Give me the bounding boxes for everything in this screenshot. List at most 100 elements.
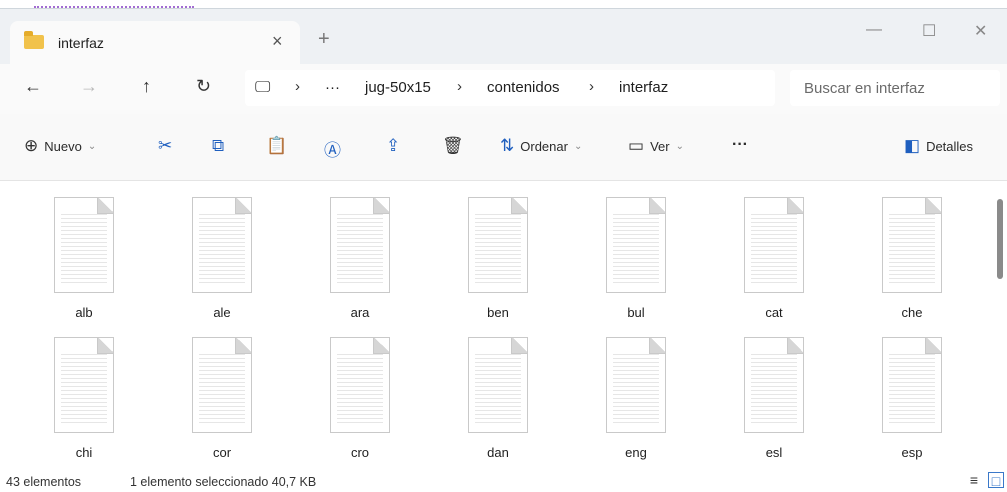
close-tab-icon[interactable]: × bbox=[272, 31, 283, 52]
monitor-icon[interactable]: 🖵 bbox=[255, 79, 270, 97]
chevron-down-icon: ⌄ bbox=[87, 140, 97, 152]
vertical-scrollbar[interactable] bbox=[994, 185, 1006, 465]
file-item[interactable]: che bbox=[852, 197, 972, 337]
new-button[interactable]: ⊕ Nuevo ⌄ bbox=[24, 136, 96, 156]
item-count: 43 elementos bbox=[6, 475, 82, 489]
document-icon bbox=[606, 197, 666, 293]
sort-button[interactable]: ⇅ Ordenar ⌄ bbox=[500, 136, 582, 156]
new-tab-button[interactable]: + bbox=[318, 28, 330, 51]
chevron-right-icon: › bbox=[589, 78, 594, 95]
refresh-icon[interactable]: ↻ bbox=[196, 76, 211, 97]
file-item[interactable]: alb bbox=[24, 197, 144, 337]
file-item[interactable]: cat bbox=[714, 197, 834, 337]
command-bar: ⊕ Nuevo ⌄ ✂ ⧉ 📋 Ⓐ ⇪ 🗑 ⇅ Ordenar ⌄ ▭ Ver … bbox=[0, 114, 1007, 181]
document-icon bbox=[606, 337, 666, 433]
sort-icon: ⇅ bbox=[500, 136, 515, 155]
share-button[interactable]: ⇪ bbox=[386, 136, 400, 156]
file-item[interactable]: dan bbox=[438, 337, 558, 477]
cut-button[interactable]: ✂ bbox=[158, 136, 172, 156]
title-bar: interfaz × + — ☐ ✕ bbox=[0, 8, 1007, 65]
paste-button[interactable]: 📋 bbox=[266, 136, 287, 156]
file-name: cat bbox=[765, 305, 783, 320]
chevron-down-icon: ⌄ bbox=[675, 140, 684, 152]
search-box[interactable] bbox=[790, 70, 1000, 106]
large-icons-view-icon[interactable]: □ bbox=[988, 472, 1004, 489]
document-icon bbox=[54, 337, 114, 433]
plus-circle-icon: ⊕ bbox=[24, 136, 39, 155]
scissors-icon: ✂ bbox=[158, 136, 173, 155]
document-icon bbox=[468, 197, 528, 293]
breadcrumb-item[interactable]: jug-50x15 bbox=[365, 79, 431, 96]
search-input[interactable] bbox=[802, 79, 996, 98]
view-icon: ▭ bbox=[628, 136, 645, 155]
copy-icon: ⧉ bbox=[212, 136, 225, 155]
file-name: cro bbox=[350, 445, 370, 460]
up-arrow-icon[interactable]: ↑ bbox=[142, 76, 151, 97]
file-item[interactable]: eng bbox=[576, 337, 696, 477]
file-name: esp bbox=[901, 445, 923, 460]
file-name: ale bbox=[213, 305, 231, 320]
file-item[interactable]: chi bbox=[24, 337, 144, 477]
file-item[interactable]: bul bbox=[576, 197, 696, 337]
document-icon bbox=[330, 197, 390, 293]
scrollbar-thumb[interactable] bbox=[997, 199, 1003, 279]
details-label: Detalles bbox=[926, 138, 974, 154]
trash-icon: 🗑 bbox=[442, 136, 464, 155]
back-arrow-icon[interactable]: ← bbox=[24, 76, 42, 97]
selection-info: 1 elemento seleccionado 40,7 KB bbox=[130, 475, 317, 489]
clipboard-icon: 📋 bbox=[266, 136, 288, 155]
file-name: esl bbox=[765, 445, 783, 460]
file-item[interactable]: cro bbox=[300, 337, 420, 477]
file-item[interactable]: ara bbox=[300, 197, 420, 337]
document-icon bbox=[882, 197, 942, 293]
file-item[interactable]: ben bbox=[438, 197, 558, 337]
file-name: eng bbox=[625, 445, 647, 460]
breadcrumb[interactable]: 🖵 › ··· jug-50x15 › contenidos › interfa… bbox=[245, 70, 775, 106]
document-icon bbox=[882, 337, 942, 433]
document-icon bbox=[330, 337, 390, 433]
chevron-down-icon: ⌄ bbox=[573, 140, 583, 152]
tab-interfaz[interactable]: interfaz × bbox=[10, 21, 300, 65]
delete-button[interactable]: 🗑 bbox=[442, 136, 464, 156]
document-icon bbox=[468, 337, 528, 433]
file-item[interactable]: cor bbox=[162, 337, 282, 477]
rename-icon: Ⓐ bbox=[324, 141, 341, 160]
forward-arrow-icon[interactable]: → bbox=[80, 76, 98, 97]
minimize-button[interactable]: — bbox=[866, 21, 882, 39]
details-pane-icon: ◧ bbox=[904, 136, 921, 155]
file-grid: alb ale ara ben bul cat che chi cor cro … bbox=[0, 181, 1007, 469]
address-bar: ← → ↑ ↻ 🖵 › ··· jug-50x15 › contenidos ›… bbox=[0, 64, 1007, 114]
status-bar: 43 elementos 1 elemento seleccionado 40,… bbox=[0, 470, 1007, 492]
more-label: ··· bbox=[732, 136, 748, 153]
file-name: bul bbox=[627, 305, 645, 320]
file-name: che bbox=[901, 305, 923, 320]
breadcrumb-ellipsis[interactable]: ··· bbox=[325, 79, 340, 96]
rename-button[interactable]: Ⓐ bbox=[324, 136, 341, 161]
breadcrumb-item[interactable]: contenidos bbox=[487, 79, 560, 96]
file-name: chi bbox=[75, 445, 93, 460]
copy-button[interactable]: ⧉ bbox=[212, 136, 224, 156]
file-name: ara bbox=[350, 305, 370, 320]
tab-title: interfaz bbox=[58, 35, 104, 51]
more-options-button[interactable]: ··· bbox=[732, 136, 748, 154]
folder-icon bbox=[24, 31, 44, 49]
view-button[interactable]: ▭ Ver ⌄ bbox=[628, 136, 684, 156]
new-label: Nuevo bbox=[44, 138, 82, 154]
file-item[interactable]: ale bbox=[162, 197, 282, 337]
file-name: dan bbox=[487, 445, 509, 460]
details-view-icon[interactable]: ≡ bbox=[966, 472, 982, 488]
details-button[interactable]: ◧ Detalles bbox=[904, 136, 973, 156]
document-icon bbox=[744, 337, 804, 433]
file-item[interactable]: esl bbox=[714, 337, 834, 477]
background-decoration bbox=[34, 0, 194, 8]
file-item[interactable]: esp bbox=[852, 337, 972, 477]
sort-label: Ordenar bbox=[520, 138, 568, 154]
chevron-right-icon: › bbox=[457, 78, 462, 95]
chevron-right-icon: › bbox=[295, 78, 300, 95]
maximize-button[interactable]: ☐ bbox=[922, 21, 936, 41]
file-name: alb bbox=[75, 305, 93, 320]
document-icon bbox=[192, 337, 252, 433]
breadcrumb-item[interactable]: interfaz bbox=[619, 79, 668, 96]
file-name: ben bbox=[487, 305, 509, 320]
close-window-button[interactable]: ✕ bbox=[974, 21, 987, 41]
